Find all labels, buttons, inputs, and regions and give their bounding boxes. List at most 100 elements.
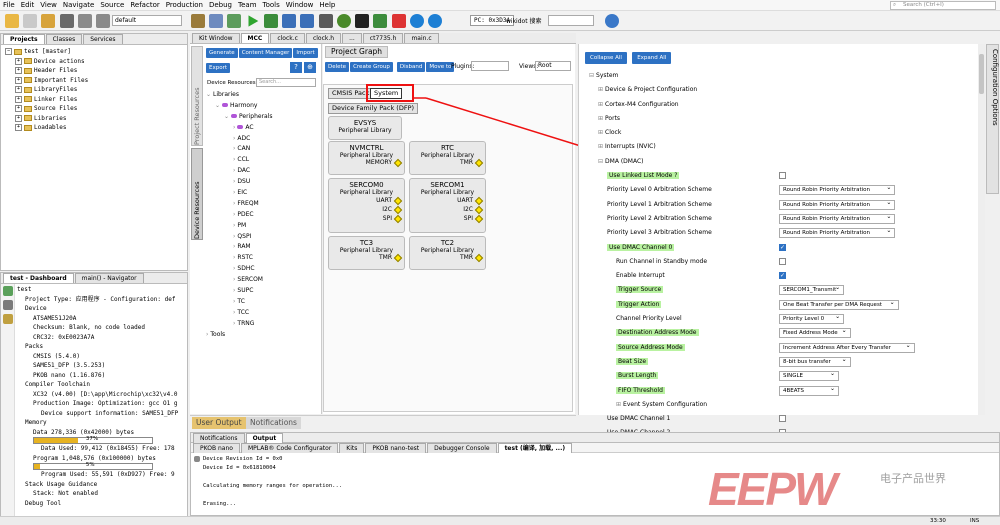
resource-harmony[interactable]: ⌄ Harmony — [206, 101, 320, 112]
menu-refactor[interactable]: Refactor — [130, 1, 159, 9]
program-device-icon[interactable] — [282, 14, 297, 28]
project-tree-item[interactable]: + Source Files — [5, 104, 183, 114]
collapsed-chevron-icon[interactable]: › — [233, 276, 235, 283]
expanded-chevron-icon[interactable]: ⌄ — [224, 113, 229, 120]
config-select-fifo-threshold[interactable]: 4BEATS — [779, 385, 839, 396]
resource-search-input[interactable]: Search... — [256, 78, 316, 87]
output-tab-pkob-nano[interactable]: PKOB nano — [193, 443, 240, 453]
block-evsys[interactable]: EVSYS Peripheral Library — [328, 116, 402, 140]
config-select-destination-address-mode[interactable]: Fixed Address Mode — [779, 327, 851, 339]
editor-tab-kit-window[interactable]: Kit Window — [192, 33, 240, 43]
sercom0-uart-pin-icon[interactable] — [393, 196, 403, 205]
menu-team[interactable]: Team — [238, 1, 257, 9]
collapsed-chevron-icon[interactable]: › — [233, 178, 235, 185]
cart-icon[interactable] — [373, 14, 388, 28]
sercom1-spi-pin-icon[interactable] — [474, 214, 484, 223]
output-tab-kits[interactable]: Kits — [339, 443, 365, 453]
expand-icon[interactable]: + — [15, 114, 22, 122]
create-group-button[interactable]: Create Group — [350, 62, 393, 72]
tree-toggle-icon[interactable]: ⊞ — [616, 401, 621, 408]
resource-dsu[interactable]: › DSU — [206, 177, 320, 188]
configuration-options-side-tab[interactable]: Configuration Options — [986, 44, 999, 194]
tab-projects[interactable]: Projects — [3, 34, 45, 44]
editor-tab-clock-c[interactable]: clock.c — [270, 33, 305, 43]
output-tab-mplab-code-configurator[interactable]: MPLAB® Code Configurator — [240, 443, 339, 453]
sercom0-spi-pin-icon[interactable] — [393, 214, 403, 223]
redo-icon[interactable] — [96, 14, 111, 28]
output-clear-icon[interactable] — [194, 456, 200, 462]
bottom-tab-output[interactable]: Output — [245, 433, 284, 443]
resource-peripherals[interactable]: ⌄ Peripherals — [206, 112, 320, 123]
expand-icon[interactable]: + — [15, 95, 22, 103]
resource-supc[interactable]: › SUPC — [206, 286, 320, 297]
collapse-all-button[interactable]: Collapse All — [585, 52, 627, 64]
undo-icon[interactable] — [77, 14, 92, 28]
config-select[interactable]: default — [112, 15, 182, 26]
tab-classes[interactable]: Classes — [45, 34, 83, 44]
expanded-chevron-icon[interactable]: ⌄ — [206, 91, 211, 98]
new-file-icon[interactable] — [23, 14, 38, 28]
tree-toggle-icon[interactable]: ⊞ — [598, 129, 603, 136]
resource-dac[interactable]: › DAC — [206, 166, 320, 177]
resource-pdec[interactable]: › PDEC — [206, 210, 320, 221]
resource-sercom[interactable]: › SERCOM — [206, 275, 320, 286]
collapsed-chevron-icon[interactable]: › — [233, 124, 235, 131]
content-manager-button[interactable]: Content Manager — [238, 48, 293, 58]
new-project-icon[interactable] — [5, 14, 19, 28]
build-icon[interactable] — [191, 14, 205, 28]
output-tab-debugger-console[interactable]: Debugger Console — [427, 443, 497, 453]
debug-run-icon[interactable] — [263, 14, 278, 28]
menu-help[interactable]: Help — [319, 1, 335, 9]
editor-tab-ct7735-h[interactable]: ct7735.h — [362, 33, 404, 43]
resource-tc[interactable]: › TC — [206, 297, 320, 308]
resource-adc[interactable]: › ADC — [206, 134, 320, 145]
collapsed-chevron-icon[interactable]: › — [233, 189, 235, 196]
device-resources-side-tab[interactable]: Device Resources — [191, 148, 203, 240]
user-output-tab[interactable]: User Output — [192, 417, 246, 429]
collapsed-chevron-icon[interactable]: › — [233, 243, 235, 250]
collapsed-chevron-icon[interactable]: › — [206, 331, 208, 338]
resource-tools[interactable]: › Tools — [206, 330, 320, 341]
sercom0-i2c-pin-icon[interactable] — [393, 205, 403, 214]
tab-services[interactable]: Services — [83, 34, 123, 44]
tree-toggle-icon[interactable]: ⊞ — [598, 101, 603, 108]
save-all-icon[interactable] — [59, 14, 74, 28]
block-nvmctrl[interactable]: NVMCTRL Peripheral Library MEMORY — [328, 141, 405, 175]
collapsed-chevron-icon[interactable]: › — [233, 200, 235, 207]
resource-rstc[interactable]: › RSTC — [206, 253, 320, 264]
notifications-tab[interactable]: Notifications — [246, 417, 301, 429]
expand-icon[interactable]: + — [15, 86, 22, 93]
delete-button[interactable]: Delete — [325, 62, 350, 72]
search-box[interactable]: ⌕ Search (Ctrl+I) — [890, 1, 996, 10]
project-tree-item[interactable]: + Libraries — [5, 114, 183, 124]
project-tree-item[interactable]: − test [master] — [5, 47, 183, 57]
block-tc3[interactable]: TC3 Peripheral Library TMR — [328, 236, 405, 270]
config-checkbox-use-linked-list-mode[interactable] — [779, 172, 786, 180]
block-sercom0[interactable]: SERCOM0 Peripheral Library UART I2C SPI — [328, 178, 405, 233]
block-sercom1[interactable]: SERCOM1 Peripheral Library UART I2C SPI — [409, 178, 486, 233]
expanded-chevron-icon[interactable]: ⌄ — [215, 102, 220, 109]
mcc-icon[interactable] — [336, 14, 351, 28]
collapsed-chevron-icon[interactable]: › — [233, 145, 235, 152]
flag-icon[interactable] — [391, 14, 406, 28]
project-tree-item[interactable]: + LibraryFiles — [5, 85, 183, 95]
project-tree-item[interactable]: + Device actions — [5, 57, 183, 67]
block-tc2[interactable]: TC2 Peripheral Library TMR — [409, 236, 486, 270]
resource-ram[interactable]: › RAM — [206, 242, 320, 253]
collapsed-chevron-icon[interactable]: › — [233, 222, 235, 229]
resource-pm[interactable]: › PM — [206, 221, 320, 232]
collapsed-chevron-icon[interactable]: › — [233, 320, 235, 327]
mip-icon[interactable] — [428, 14, 443, 28]
expand-all-button[interactable]: Expand All — [632, 52, 672, 64]
read-device-icon[interactable] — [300, 14, 315, 28]
project-tree-item[interactable]: + Loadables — [5, 123, 183, 133]
menu-navigate[interactable]: Navigate — [63, 1, 94, 9]
chip-icon[interactable] — [355, 14, 370, 28]
resource-ac[interactable]: › AC — [206, 123, 320, 134]
help-icon[interactable] — [605, 14, 619, 28]
resource-tcc[interactable]: › TCC — [206, 308, 320, 319]
wiki-search-input[interactable] — [548, 15, 594, 26]
project-resources-side-tab[interactable]: Project Resources — [191, 46, 203, 146]
tc2-tmr-pin-icon[interactable] — [474, 253, 484, 262]
config-select-priority-level-3-arbitration-scheme[interactable]: Round Robin Priority Arbitration — [779, 227, 896, 239]
